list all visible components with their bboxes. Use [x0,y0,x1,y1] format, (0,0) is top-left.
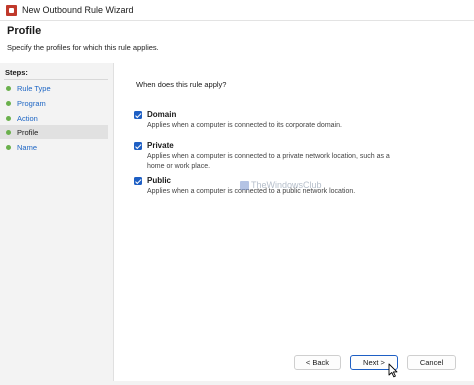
domain-label[interactable]: Domain [147,110,176,119]
steps-divider [4,79,108,80]
steps-label: Steps: [5,68,28,77]
page-title: Profile [7,25,42,37]
watermark: TheWindowsClub [240,180,322,190]
cancel-button[interactable]: Cancel [407,355,456,370]
back-button[interactable]: < Back [294,355,341,370]
watermark-logo-icon [240,180,249,190]
domain-checkbox[interactable] [134,111,142,119]
private-label[interactable]: Private [147,141,174,150]
step-bullet-icon [6,100,11,106]
step-action[interactable]: Action [0,111,108,125]
watermark-text: TheWindowsClub [251,180,322,190]
step-rule-type[interactable]: Rule Type [0,81,108,95]
bottom-edge [0,381,474,385]
step-label: Name [17,142,38,152]
step-bullet-icon [6,85,11,91]
main-content: When does this rule apply? Domain Applie… [114,63,474,385]
step-label: Rule Type [17,83,51,93]
window-title: New Outbound Rule Wizard [22,5,134,15]
step-profile: Profile [0,125,108,139]
rule-question: When does this rule apply? [136,80,227,89]
mouse-cursor-icon [388,363,398,378]
step-label: Profile [17,127,39,137]
step-bullet-icon [6,115,11,121]
wizard-header: Profile Specify the profiles for which t… [0,21,474,64]
page-subtitle: Specify the profiles for which this rule… [7,43,159,52]
private-description: Applies when a computer is connected to … [147,153,390,170]
step-label: Program [17,98,46,108]
step-bullet-icon [6,129,11,135]
private-checkbox[interactable] [134,142,142,150]
step-bullet-icon [6,144,11,150]
title-bar: New Outbound Rule Wizard [0,0,474,21]
domain-description: Applies when a computer is connected to … [147,122,342,129]
steps-pane: Steps: Rule Type Program Action Profile … [0,63,114,385]
public-label[interactable]: Public [147,176,171,185]
step-name[interactable]: Name [0,140,108,154]
step-program[interactable]: Program [0,96,108,110]
public-checkbox[interactable] [134,177,142,185]
step-label: Action [17,113,38,123]
firewall-app-icon [6,4,17,16]
